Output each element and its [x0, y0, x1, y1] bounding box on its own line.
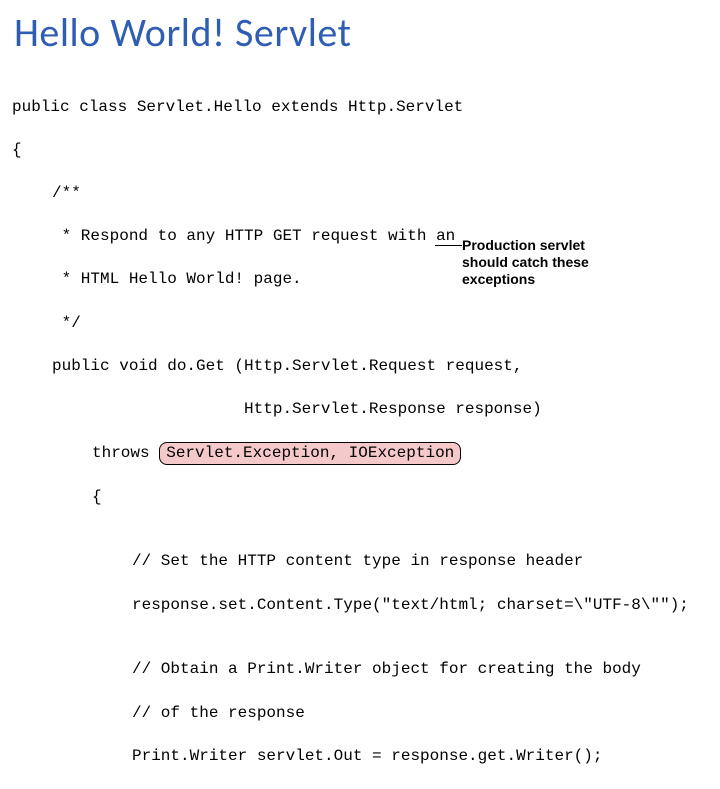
throws-keyword: throws — [92, 444, 159, 462]
code-block: public class Servlet.Hello extends Http.… — [0, 57, 720, 789]
highlighted-exceptions: Servlet.Exception, IOException — [159, 442, 461, 465]
code-line: // Obtain a Print.Writer object for crea… — [12, 659, 720, 681]
code-line: response.set.Content.Type("text/html; ch… — [12, 595, 720, 617]
code-line: /** — [12, 183, 720, 205]
code-line: // Set the HTTP content type in response… — [12, 551, 720, 573]
code-line: { — [12, 140, 720, 162]
slide-title: Hello World! Servlet — [0, 0, 720, 57]
annotation-connector-line — [435, 245, 462, 246]
code-line: { — [12, 487, 720, 509]
annotation-callout: Production servlet should catch these ex… — [462, 237, 627, 287]
throws-line: throws Servlet.Exception, IOException — [12, 442, 720, 465]
code-line: Http.Servlet.Response response) — [12, 399, 720, 421]
code-line: // of the response — [12, 703, 720, 725]
code-line: Print.Writer servlet.Out = response.get.… — [12, 746, 720, 768]
code-line: public class Servlet.Hello extends Http.… — [12, 97, 720, 119]
code-line: */ — [12, 313, 720, 335]
code-line: public void do.Get (Http.Servlet.Request… — [12, 356, 720, 378]
